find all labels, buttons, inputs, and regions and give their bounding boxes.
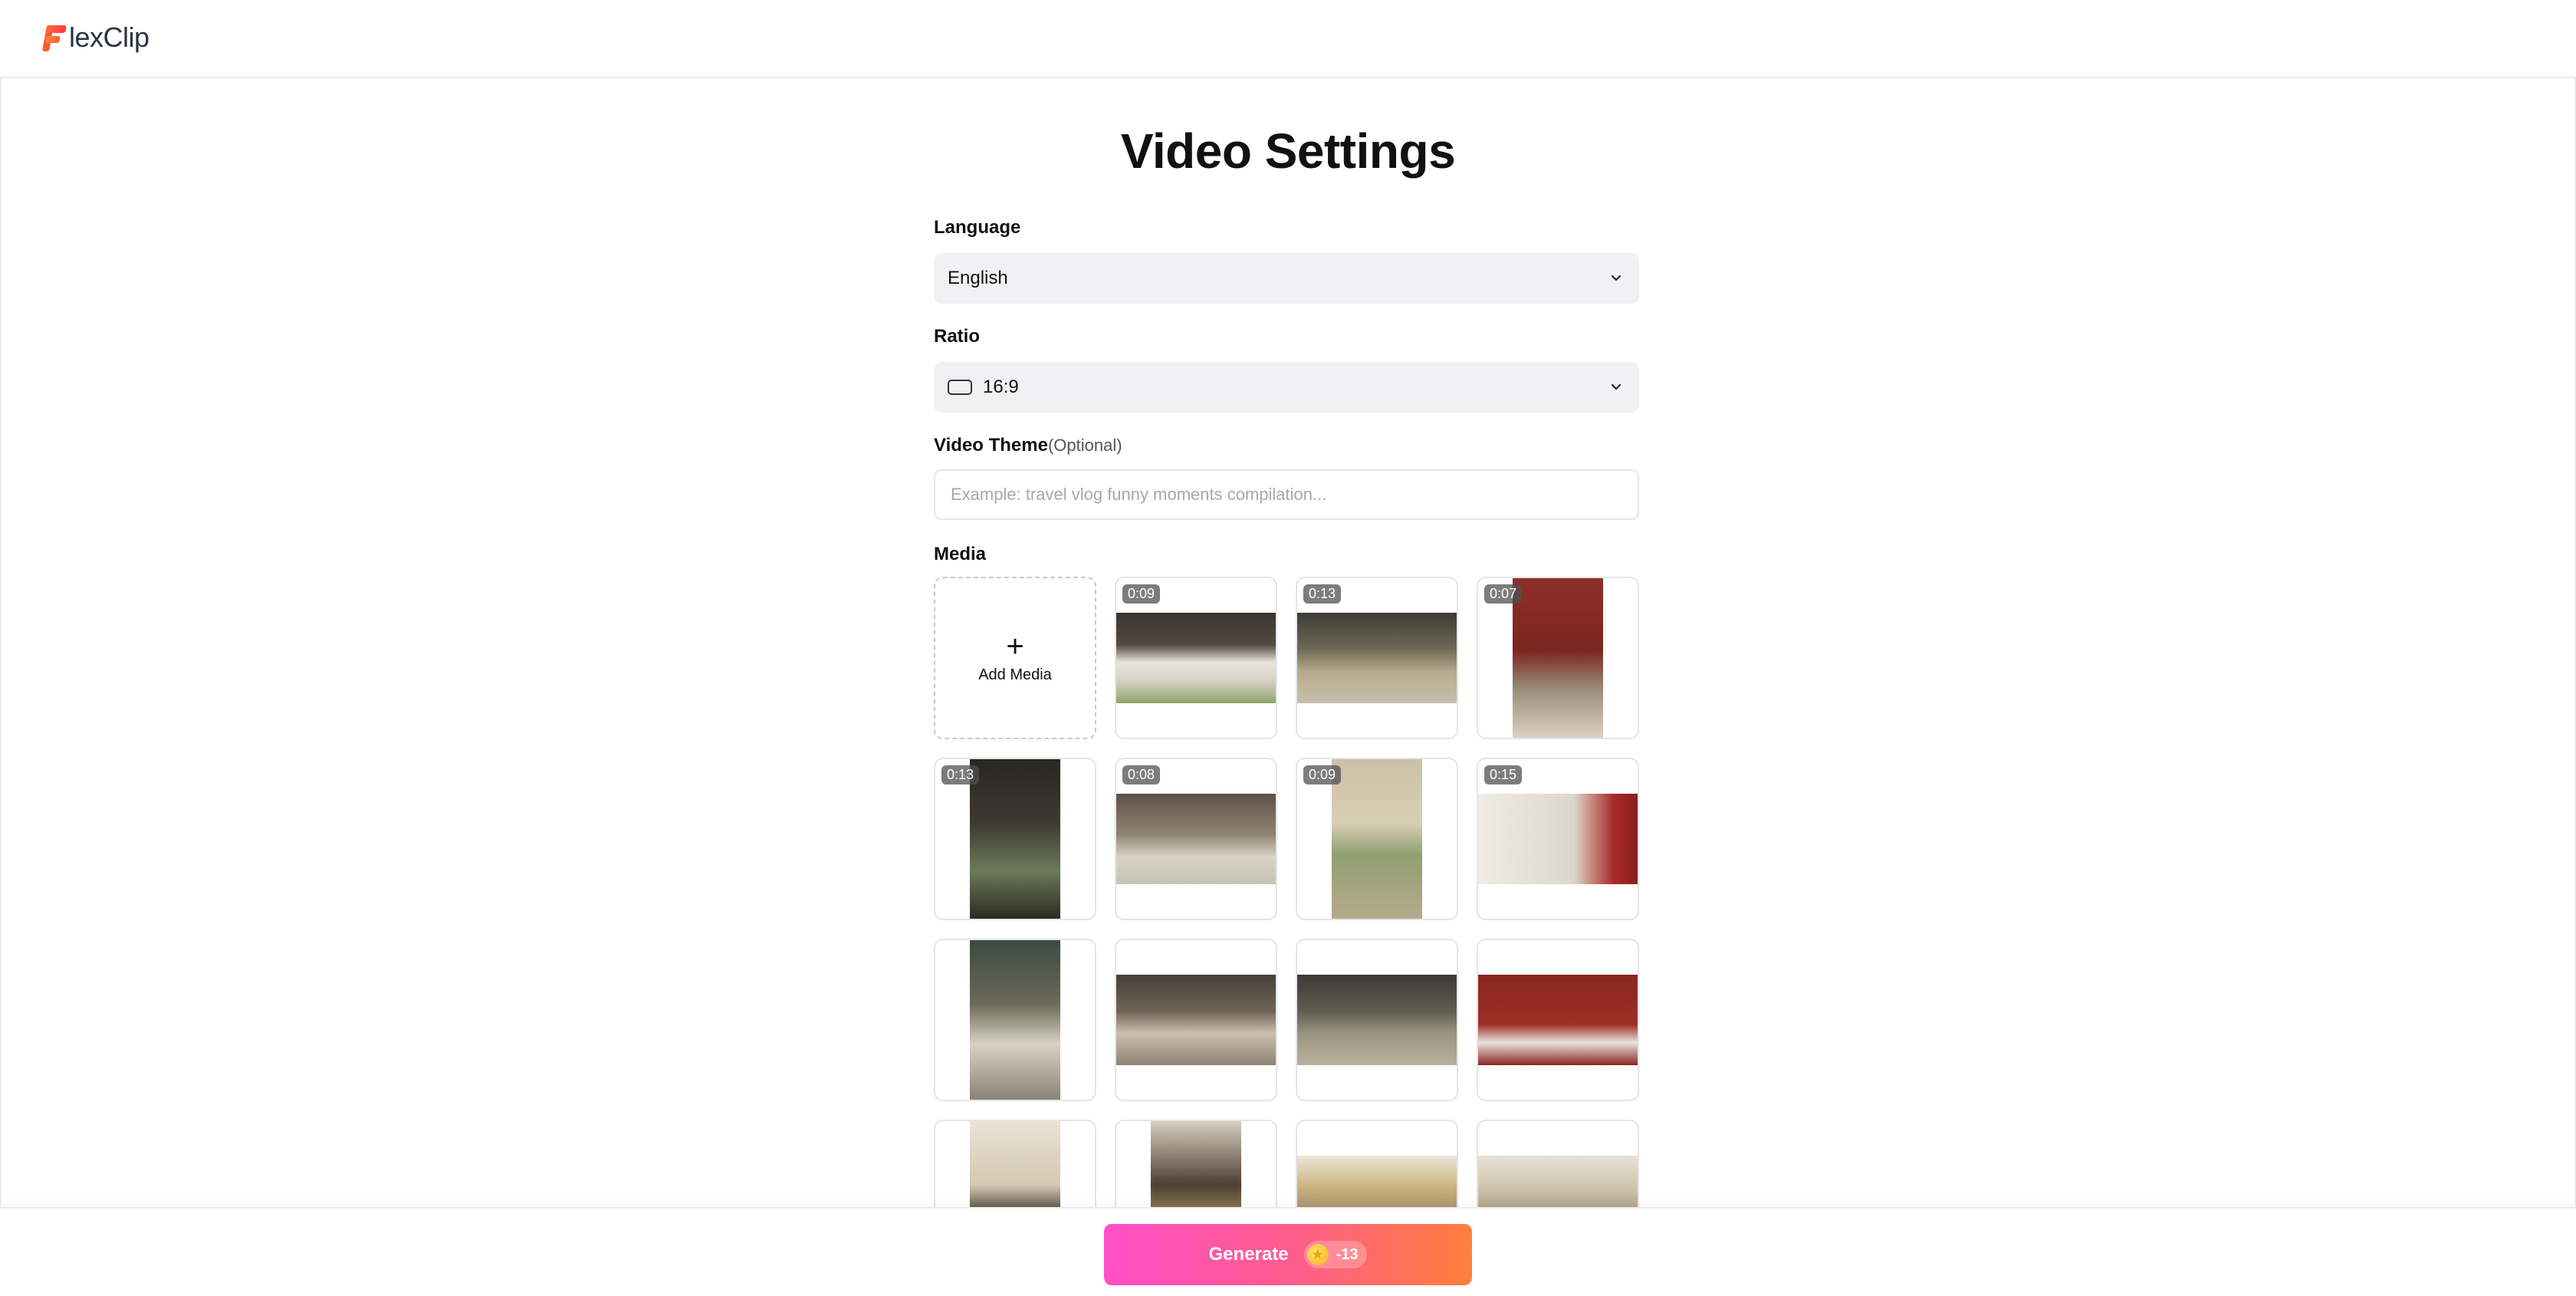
content-frame [0,78,2576,1207]
media-thumbnail [1332,759,1422,919]
duration-badge: 0:15 [1484,765,1523,785]
duration-badge: 0:13 [1303,584,1342,604]
landscape-ratio-icon [948,380,972,395]
chevron-down-icon [1611,383,1622,390]
media-tile[interactable] [1115,939,1277,1101]
chevron-down-icon [1611,275,1622,281]
media-tile[interactable] [1477,939,1639,1101]
media-tile[interactable] [934,939,1096,1101]
media-tile[interactable]: 0:13 [1296,577,1458,739]
media-thumbnail [1513,578,1603,738]
media-thumbnail [1297,613,1457,703]
page-title: Video Settings [1120,123,1456,179]
media-thumbnail [1116,975,1276,1065]
media-thumbnail [1478,975,1638,1065]
media-label: Media [934,544,987,564]
generate-label: Generate [1208,1244,1289,1265]
media-thumbnail [1478,794,1638,884]
credit-cost: -13 [1336,1245,1359,1263]
duration-badge: 0:13 [941,765,980,785]
media-tile[interactable]: 0:09 [1115,577,1277,739]
add-media-button[interactable]: + Add Media [934,577,1096,739]
media-thumbnail [1297,975,1457,1065]
language-label: Language [934,217,1021,238]
language-value: English [948,268,1008,288]
ratio-label: Ratio [934,326,980,347]
add-media-label: Add Media [978,666,1052,683]
video-theme-label: Video Theme(Optional) [934,433,1122,459]
flexclip-logo[interactable]: lexClip [42,20,150,55]
media-thumbnail [1116,794,1276,884]
generate-button[interactable]: Generate ★ -13 [1104,1224,1472,1285]
ratio-value: 16:9 [983,377,1019,397]
video-theme-label-text: Video Theme [934,435,1048,456]
duration-badge: 0:08 [1122,765,1161,785]
media-thumbnail [970,759,1060,919]
coin-icon: ★ [1306,1244,1329,1265]
duration-badge: 0:07 [1484,584,1523,604]
language-select[interactable]: English [934,253,1639,304]
media-tile[interactable]: 0:09 [1296,758,1458,920]
media-tile[interactable]: 0:15 [1477,758,1639,920]
top-bar: lexClip [0,0,2576,78]
media-tile[interactable] [1296,939,1458,1101]
optional-hint: (Optional) [1047,436,1122,455]
video-theme-input[interactable] [934,469,1639,520]
flexclip-logo-mark-icon [42,22,67,53]
bottom-action-bar: Generate ★ -13 [0,1207,2576,1296]
media-thumbnail [970,940,1060,1100]
duration-badge: 0:09 [1122,584,1161,604]
logo-text: lexClip [69,21,150,53]
ratio-select[interactable]: 16:9 [934,362,1639,413]
media-thumbnail [1116,613,1276,703]
media-tile[interactable]: 0:13 [934,758,1096,920]
media-tile[interactable]: 0:08 [1115,758,1277,920]
credit-cost-badge: ★ -13 [1303,1241,1368,1268]
media-tile[interactable]: 0:07 [1477,577,1639,739]
duration-badge: 0:09 [1303,765,1342,785]
plus-icon: + [1006,629,1024,663]
